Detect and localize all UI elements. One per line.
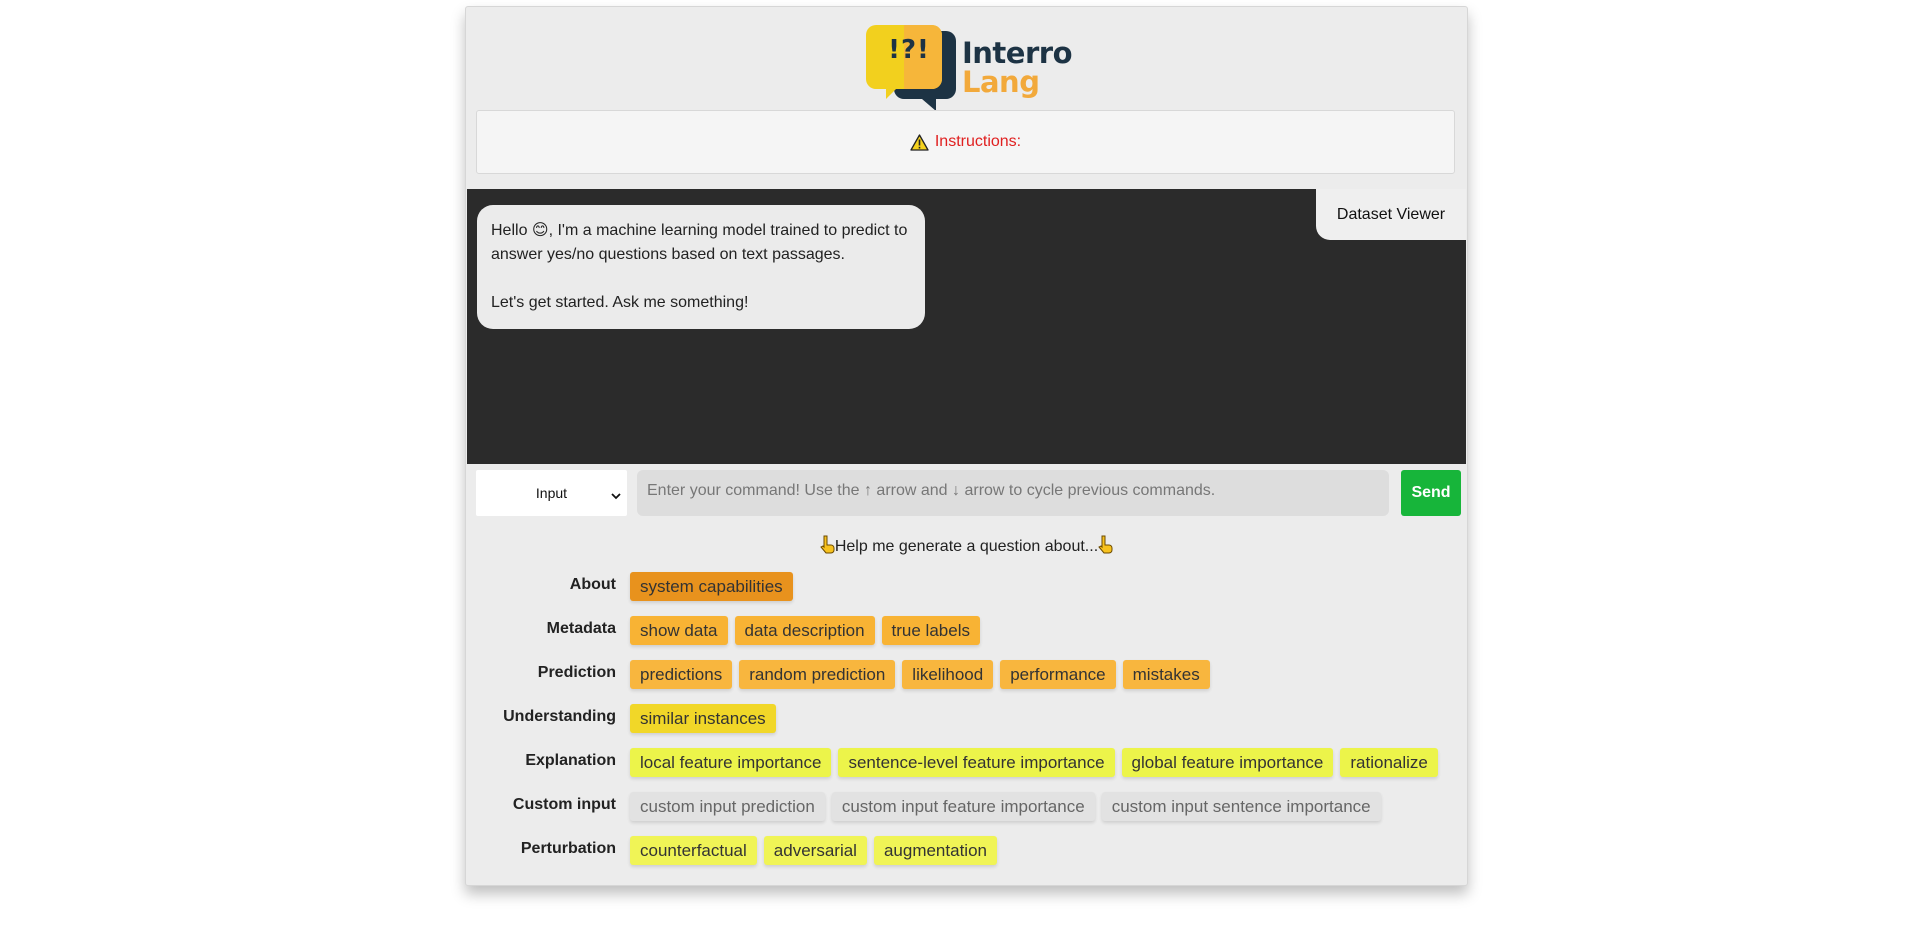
input-mode-value: Input (535, 485, 568, 501)
chat-window: Hello 😊, I'm a machine learning model tr… (467, 189, 1466, 464)
bot-message-bubble: Hello 😊, I'm a machine learning model tr… (477, 205, 925, 329)
logo-wordmark: Interro Lang (962, 36, 1073, 99)
chip-global-feature-importance[interactable]: global feature importance (1121, 748, 1334, 777)
category-label: Prediction (537, 664, 616, 681)
category-label: Perturbation (520, 840, 616, 857)
interrolang-logo: !?! Interro Lang (864, 17, 1073, 113)
category-row-custom-input: Custom input custom input prediction cus… (466, 792, 1467, 822)
logo-line-1: Interro (962, 36, 1073, 70)
chip-true-labels[interactable]: true labels (881, 616, 980, 645)
chip-augmentation[interactable]: augmentation (873, 836, 997, 865)
category-label: Explanation (525, 752, 616, 769)
chip-performance[interactable]: performance (1000, 660, 1116, 689)
instructions-panel[interactable]: Instructions: (476, 110, 1455, 174)
chip-adversarial[interactable]: adversarial (763, 836, 867, 865)
send-button[interactable]: Send (1401, 470, 1461, 516)
category-row-perturbation: Perturbation counterfactual adversarial … (466, 836, 1467, 866)
pointing-down-hand-icon (820, 535, 835, 559)
help-text: Help me generate a question about... (834, 538, 1099, 555)
chip-rationalize[interactable]: rationalize (1340, 748, 1438, 777)
bot-message-line-1: Hello 😊, I'm a machine learning model tr… (491, 222, 908, 263)
chip-show-data[interactable]: show data (630, 616, 728, 645)
category-row-metadata: Metadata show data data description true… (466, 616, 1467, 646)
category-label: Custom input (512, 796, 616, 813)
chip-random-prediction[interactable]: random prediction (739, 660, 896, 689)
command-input-row: Input Enter your command! Use the ↑ arro… (476, 470, 1461, 516)
chip-system-capabilities[interactable]: system capabilities (630, 572, 793, 601)
category-row-prediction: Prediction predictions random prediction… (466, 660, 1467, 690)
chip-predictions[interactable]: predictions (630, 660, 733, 689)
category-label: Metadata (546, 620, 616, 637)
speech-bubbles-icon (866, 25, 956, 111)
chip-custom-input-sentence-importance[interactable]: custom input sentence importance (1101, 792, 1381, 821)
chip-similar-instances[interactable]: similar instances (630, 704, 776, 733)
instructions-label: Instructions: (934, 133, 1022, 150)
category-row-about: About system capabilities (466, 572, 1467, 602)
category-row-explanation: Explanation local feature importance sen… (466, 748, 1467, 778)
bot-message-line-2: Let's get started. Ask me something! (491, 294, 749, 311)
chip-likelihood[interactable]: likelihood (902, 660, 994, 689)
chip-sentence-level-feature-importance[interactable]: sentence-level feature importance (838, 748, 1115, 777)
input-mode-select[interactable]: Input (476, 470, 627, 516)
pointing-down-hand-icon (1098, 535, 1113, 559)
logo-badge-text: !?! (888, 35, 930, 65)
chevron-down-icon (611, 487, 621, 503)
chip-custom-input-feature-importance[interactable]: custom input feature importance (831, 792, 1095, 821)
logo-line-2: Lang (962, 65, 1040, 99)
command-input[interactable]: Enter your command! Use the ↑ arrow and … (637, 470, 1389, 516)
chip-local-feature-importance[interactable]: local feature importance (630, 748, 832, 777)
chip-custom-input-prediction[interactable]: custom input prediction (630, 792, 825, 821)
dataset-viewer-button[interactable]: Dataset Viewer (1316, 189, 1466, 240)
category-label: About (569, 576, 616, 593)
warning-icon (910, 133, 929, 151)
help-generate-line: Help me generate a question about... (466, 535, 1467, 559)
chip-counterfactual[interactable]: counterfactual (630, 836, 757, 865)
app-panel: !?! Interro Lang Instructions: Hello 😊, … (465, 6, 1468, 886)
chip-mistakes[interactable]: mistakes (1122, 660, 1210, 689)
category-row-understanding: Understanding similar instances (466, 704, 1467, 734)
chip-data-description[interactable]: data description (734, 616, 875, 645)
category-label: Understanding (503, 708, 616, 725)
